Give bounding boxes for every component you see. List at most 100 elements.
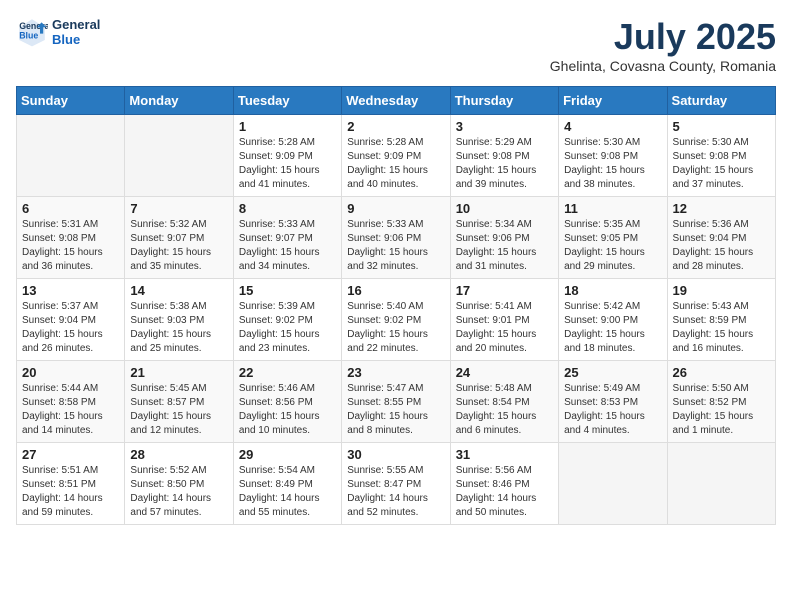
day-info: Sunrise: 5:44 AM Sunset: 8:58 PM Dayligh… — [22, 382, 119, 438]
day-info: Sunrise: 5:28 AM Sunset: 9:09 PM Dayligh… — [239, 136, 336, 192]
calendar-cell: 30 Sunrise: 5:55 AM Sunset: 8:47 PM Dayli… — [342, 443, 450, 525]
calendar-week-3: 13 Sunrise: 5:37 AM Sunset: 9:04 PM Dayli… — [17, 279, 776, 361]
day-info: Sunrise: 5:46 AM Sunset: 8:56 PM Dayligh… — [239, 382, 336, 438]
day-number: 12 — [673, 201, 770, 216]
calendar-cell — [559, 443, 667, 525]
calendar-cell: 1 Sunrise: 5:28 AM Sunset: 9:09 PM Daylig… — [233, 115, 341, 197]
day-info: Sunrise: 5:41 AM Sunset: 9:01 PM Dayligh… — [456, 300, 553, 356]
day-number: 6 — [22, 201, 119, 216]
calendar-cell: 25Sunrise: 5:49 AM Sunset: 8:53 PM Dayli… — [559, 361, 667, 443]
day-number: 23 — [347, 365, 444, 380]
month-year-title: July 2025 — [550, 16, 776, 58]
day-info: Sunrise: 5:31 AM Sunset: 9:08 PM Dayligh… — [22, 218, 119, 274]
day-info: Sunrise: 5:54 AM Sunset: 8:49 PM Dayligh… — [239, 464, 336, 520]
day-info: Sunrise: 5:43 AM Sunset: 8:59 PM Dayligh… — [673, 300, 770, 356]
logo-icon: General Blue — [16, 16, 48, 48]
weekday-header-monday: Monday — [125, 87, 233, 115]
day-number: 4 — [564, 119, 661, 134]
calendar-cell: 10 Sunrise: 5:34 AM Sunset: 9:06 PM Dayli… — [450, 197, 558, 279]
day-number: 26 — [673, 365, 770, 380]
day-number: 7 — [130, 201, 227, 216]
day-number: 2 — [347, 119, 444, 134]
day-info: Sunrise: 5:48 AM Sunset: 8:54 PM Dayligh… — [456, 382, 553, 438]
day-number: 8 — [239, 201, 336, 216]
day-info: Sunrise: 5:35 AM Sunset: 9:05 PM Dayligh… — [564, 218, 661, 274]
calendar-cell: 22Sunrise: 5:46 AM Sunset: 8:56 PM Dayli… — [233, 361, 341, 443]
day-info: Sunrise: 5:38 AM Sunset: 9:03 PM Dayligh… — [130, 300, 227, 356]
day-info: Sunrise: 5:36 AM Sunset: 9:04 PM Dayligh… — [673, 218, 770, 274]
calendar-cell: 17Sunrise: 5:41 AM Sunset: 9:01 PM Dayli… — [450, 279, 558, 361]
calendar-cell: 7Sunrise: 5:32 AM Sunset: 9:07 PM Daylig… — [125, 197, 233, 279]
logo: General Blue General Blue — [16, 16, 100, 48]
day-info: Sunrise: 5:30 AM Sunset: 9:08 PM Dayligh… — [673, 136, 770, 192]
day-number: 30 — [347, 447, 444, 462]
weekday-header-saturday: Saturday — [667, 87, 775, 115]
day-number: 10 — [456, 201, 553, 216]
calendar-cell: 19 Sunrise: 5:43 AM Sunset: 8:59 PM Dayli… — [667, 279, 775, 361]
day-number: 1 — [239, 119, 336, 134]
day-number: 9 — [347, 201, 444, 216]
day-number: 20 — [22, 365, 119, 380]
calendar-cell: 24 Sunrise: 5:48 AM Sunset: 8:54 PM Dayli… — [450, 361, 558, 443]
calendar-cell: 20 Sunrise: 5:44 AM Sunset: 8:58 PM Dayli… — [17, 361, 125, 443]
calendar-cell: 28 Sunrise: 5:52 AM Sunset: 8:50 PM Dayli… — [125, 443, 233, 525]
calendar-cell: 9 Sunrise: 5:33 AM Sunset: 9:06 PM Daylig… — [342, 197, 450, 279]
weekday-header-friday: Friday — [559, 87, 667, 115]
day-info: Sunrise: 5:42 AM Sunset: 9:00 PM Dayligh… — [564, 300, 661, 356]
calendar-cell: 13 Sunrise: 5:37 AM Sunset: 9:04 PM Dayli… — [17, 279, 125, 361]
day-number: 18 — [564, 283, 661, 298]
calendar-week-2: 6 Sunrise: 5:31 AM Sunset: 9:08 PM Daylig… — [17, 197, 776, 279]
calendar-cell: 2 Sunrise: 5:28 AM Sunset: 9:09 PM Daylig… — [342, 115, 450, 197]
calendar-cell — [667, 443, 775, 525]
day-number: 14 — [130, 283, 227, 298]
day-info: Sunrise: 5:28 AM Sunset: 9:09 PM Dayligh… — [347, 136, 444, 192]
calendar-cell: 26 Sunrise: 5:50 AM Sunset: 8:52 PM Dayli… — [667, 361, 775, 443]
day-info: Sunrise: 5:34 AM Sunset: 9:06 PM Dayligh… — [456, 218, 553, 274]
calendar-cell — [125, 115, 233, 197]
day-info: Sunrise: 5:33 AM Sunset: 9:07 PM Dayligh… — [239, 218, 336, 274]
day-info: Sunrise: 5:29 AM Sunset: 9:08 PM Dayligh… — [456, 136, 553, 192]
calendar-cell: 5Sunrise: 5:30 AM Sunset: 9:08 PM Daylig… — [667, 115, 775, 197]
calendar-cell: 16 Sunrise: 5:40 AM Sunset: 9:02 PM Dayli… — [342, 279, 450, 361]
calendar-cell: 27Sunrise: 5:51 AM Sunset: 8:51 PM Dayli… — [17, 443, 125, 525]
logo-blue: Blue — [52, 32, 100, 47]
calendar-cell: 15Sunrise: 5:39 AM Sunset: 9:02 PM Dayli… — [233, 279, 341, 361]
weekday-header-wednesday: Wednesday — [342, 87, 450, 115]
calendar-table: SundayMondayTuesdayWednesdayThursdayFrid… — [16, 86, 776, 525]
day-number: 13 — [22, 283, 119, 298]
weekday-header-sunday: Sunday — [17, 87, 125, 115]
calendar-cell: 23 Sunrise: 5:47 AM Sunset: 8:55 PM Dayli… — [342, 361, 450, 443]
calendar-cell: 8 Sunrise: 5:33 AM Sunset: 9:07 PM Daylig… — [233, 197, 341, 279]
day-info: Sunrise: 5:33 AM Sunset: 9:06 PM Dayligh… — [347, 218, 444, 274]
day-info: Sunrise: 5:47 AM Sunset: 8:55 PM Dayligh… — [347, 382, 444, 438]
day-info: Sunrise: 5:30 AM Sunset: 9:08 PM Dayligh… — [564, 136, 661, 192]
day-number: 16 — [347, 283, 444, 298]
calendar-week-4: 20 Sunrise: 5:44 AM Sunset: 8:58 PM Dayli… — [17, 361, 776, 443]
day-info: Sunrise: 5:40 AM Sunset: 9:02 PM Dayligh… — [347, 300, 444, 356]
calendar-cell: 6 Sunrise: 5:31 AM Sunset: 9:08 PM Daylig… — [17, 197, 125, 279]
day-info: Sunrise: 5:37 AM Sunset: 9:04 PM Dayligh… — [22, 300, 119, 356]
calendar-cell: 11 Sunrise: 5:35 AM Sunset: 9:05 PM Dayli… — [559, 197, 667, 279]
calendar-cell: 18 Sunrise: 5:42 AM Sunset: 9:00 PM Dayli… — [559, 279, 667, 361]
day-number: 19 — [673, 283, 770, 298]
day-number: 31 — [456, 447, 553, 462]
calendar-week-1: 1 Sunrise: 5:28 AM Sunset: 9:09 PM Daylig… — [17, 115, 776, 197]
day-number: 3 — [456, 119, 553, 134]
day-number: 24 — [456, 365, 553, 380]
day-info: Sunrise: 5:39 AM Sunset: 9:02 PM Dayligh… — [239, 300, 336, 356]
day-info: Sunrise: 5:56 AM Sunset: 8:46 PM Dayligh… — [456, 464, 553, 520]
calendar-cell: 14 Sunrise: 5:38 AM Sunset: 9:03 PM Dayli… — [125, 279, 233, 361]
calendar-cell: 31 Sunrise: 5:56 AM Sunset: 8:46 PM Dayli… — [450, 443, 558, 525]
day-number: 11 — [564, 201, 661, 216]
day-info: Sunrise: 5:50 AM Sunset: 8:52 PM Dayligh… — [673, 382, 770, 438]
day-info: Sunrise: 5:45 AM Sunset: 8:57 PM Dayligh… — [130, 382, 227, 438]
calendar-week-5: 27Sunrise: 5:51 AM Sunset: 8:51 PM Dayli… — [17, 443, 776, 525]
day-number: 21 — [130, 365, 227, 380]
calendar-cell: 29Sunrise: 5:54 AM Sunset: 8:49 PM Dayli… — [233, 443, 341, 525]
calendar-cell: 4 Sunrise: 5:30 AM Sunset: 9:08 PM Daylig… — [559, 115, 667, 197]
day-number: 28 — [130, 447, 227, 462]
logo-general: General — [52, 17, 100, 32]
day-info: Sunrise: 5:55 AM Sunset: 8:47 PM Dayligh… — [347, 464, 444, 520]
day-info: Sunrise: 5:52 AM Sunset: 8:50 PM Dayligh… — [130, 464, 227, 520]
location-subtitle: Ghelinta, Covasna County, Romania — [550, 58, 776, 74]
